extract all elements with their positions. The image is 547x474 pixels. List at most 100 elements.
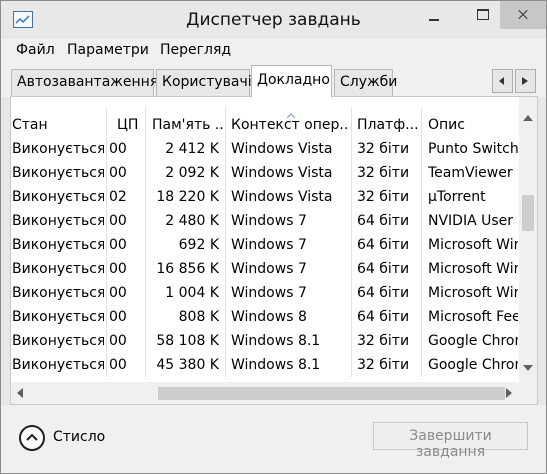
cell-status: Виконується <box>12 333 104 349</box>
column-header-status[interactable]: Стан <box>12 117 104 133</box>
cell-platform: 32 біти <box>357 357 410 373</box>
task-manager-window: Диспетчер завдань Файл Параметри Перегля… <box>0 0 547 474</box>
cell-platform: 64 біти <box>357 261 410 277</box>
cell-os-context: Windows 8.1 <box>231 333 321 349</box>
fewer-details-label[interactable]: Стисло <box>53 429 105 445</box>
horizontal-scrollbar[interactable] <box>11 382 519 404</box>
cell-cpu: 00 <box>109 309 127 325</box>
cell-cpu: 00 <box>109 237 127 253</box>
cell-description: Microsoft Wir <box>428 285 518 301</box>
cell-os-context: Windows 8.1 <box>231 357 321 373</box>
column-header-cpu[interactable]: ЦП <box>117 117 143 133</box>
cell-status: Виконується <box>12 213 104 229</box>
cell-cpu: 02 <box>109 189 127 205</box>
cell-platform: 32 біти <box>357 165 410 181</box>
table-row[interactable]: Виконується 00 2 480 K Windows 7 64 біти NVID… <box>11 211 519 235</box>
table-row[interactable]: Виконується 00 1 004 K Windows 7 64 біти Micr… <box>11 283 519 307</box>
scroll-up-icon[interactable] <box>523 115 533 121</box>
table-row[interactable]: Виконується 00 2 092 K Windows Vista 32 біти… <box>11 163 519 187</box>
maximize-icon[interactable] <box>467 1 497 29</box>
menu-options[interactable]: Параметри <box>67 42 149 58</box>
tab-startup[interactable]: Автозавантаження <box>11 69 158 97</box>
cell-description: µTorrent <box>428 189 486 205</box>
scroll-left-icon[interactable] <box>17 388 23 398</box>
cell-description: Punto Switcher <box>428 141 518 157</box>
cell-platform: 32 біти <box>357 333 410 349</box>
cell-memory: 2 412 K <box>165 141 219 157</box>
cell-status: Виконується <box>12 285 104 301</box>
cell-platform: 32 біти <box>357 189 410 205</box>
footer: Стисло Завершити завдання <box>1 405 546 473</box>
cell-platform: 64 біти <box>357 285 410 301</box>
table-row[interactable]: Виконується 00 2 412 K Windows Vista 32 біти… <box>11 139 519 163</box>
cell-memory: 16 856 K <box>156 261 219 277</box>
menu-bar: Файл Параметри Перегляд <box>1 39 546 63</box>
cell-status: Виконується <box>12 141 104 157</box>
cell-status: Виконується <box>12 357 104 373</box>
cell-cpu: 00 <box>109 141 127 157</box>
cell-description: Google Chror <box>428 357 518 373</box>
tab-details[interactable]: Докладно <box>251 65 332 98</box>
vertical-scroll-thumb[interactable] <box>522 195 534 231</box>
cell-platform: 64 біти <box>357 213 410 229</box>
column-header-description[interactable]: Опис <box>428 117 518 133</box>
cell-memory: 45 380 K <box>156 357 219 373</box>
fewer-details-button[interactable] <box>19 425 45 451</box>
cell-os-context: Windows 7 <box>231 213 307 229</box>
table-row[interactable]: Виконується 00 808 K Windows 8 64 біти Micros… <box>11 307 519 331</box>
cell-memory: 2 092 K <box>165 165 219 181</box>
cell-description: Microsoft Fee <box>428 309 518 325</box>
menu-file[interactable]: Файл <box>16 42 55 58</box>
column-header-memory[interactable]: Пам'ять ... <box>152 117 223 133</box>
scroll-right-icon[interactable] <box>506 388 512 398</box>
details-panel: Стан ЦП Пам'ять ... Контекст опер... Пла… <box>10 96 538 405</box>
cell-description: TeamViewer 9 <box>428 165 518 181</box>
cell-memory: 808 K <box>178 309 219 325</box>
scrollbar-corner <box>519 382 537 404</box>
cell-memory: 2 480 K <box>165 213 219 229</box>
column-header-os-context[interactable]: Контекст опер... <box>231 117 349 133</box>
tab-scroll-right-icon[interactable] <box>515 69 536 93</box>
tab-strip: Автозавантаження Користувачі Докладно Сл… <box>1 63 546 98</box>
window-title: Диспетчер завдань <box>186 10 361 30</box>
tab-scroll-left-icon[interactable] <box>492 69 513 93</box>
cell-description: Microsoft Wir <box>428 237 518 253</box>
table-row[interactable]: Виконується 00 45 380 K Windows 8.1 32 біти G… <box>11 355 519 379</box>
cell-cpu: 00 <box>109 333 127 349</box>
cell-status: Виконується <box>12 165 104 181</box>
cell-cpu: 00 <box>109 213 127 229</box>
cell-status: Виконується <box>12 189 104 205</box>
scroll-down-icon[interactable] <box>523 365 533 371</box>
vertical-scrollbar[interactable] <box>519 97 537 382</box>
cell-cpu: 00 <box>109 357 127 373</box>
table-header: Стан ЦП Пам'ять ... Контекст опер... Пла… <box>11 111 519 137</box>
cell-os-context: Windows 7 <box>231 237 307 253</box>
cell-platform: 32 біти <box>357 141 410 157</box>
title-bar[interactable]: Диспетчер завдань <box>1 1 546 39</box>
horizontal-scroll-thumb[interactable] <box>158 387 505 400</box>
cell-memory: 58 108 K <box>156 333 219 349</box>
cell-description: NVIDIA User E <box>428 213 518 229</box>
cell-cpu: 00 <box>109 261 127 277</box>
cell-status: Виконується <box>12 237 104 253</box>
tab-services[interactable]: Служби <box>334 69 397 97</box>
minimize-icon[interactable] <box>421 1 449 29</box>
cell-status: Виконується <box>12 261 104 277</box>
cell-status: Виконується <box>12 309 104 325</box>
cell-cpu: 00 <box>109 285 127 301</box>
table-row[interactable]: Виконується 00 58 108 K Windows 8.1 32 біти G… <box>11 331 519 355</box>
cell-os-context: Windows Vista <box>231 165 333 181</box>
cell-cpu: 00 <box>109 165 127 181</box>
cell-os-context: Windows Vista <box>231 141 333 157</box>
cell-os-context: Windows 8 <box>231 309 307 325</box>
tab-users[interactable]: Користувачі <box>156 69 252 97</box>
table-row[interactable]: Виконується 00 692 K Windows 7 64 біти Micros… <box>11 235 519 259</box>
end-task-button[interactable]: Завершити завдання <box>373 422 528 460</box>
cell-os-context: Windows Vista <box>231 189 333 205</box>
cell-os-context: Windows 7 <box>231 285 307 301</box>
table-row[interactable]: Виконується 00 16 856 K Windows 7 64 біти Mic… <box>11 259 519 283</box>
close-icon[interactable] <box>500 1 546 29</box>
column-header-platform[interactable]: Платф... <box>357 117 419 133</box>
menu-view[interactable]: Перегляд <box>160 42 231 58</box>
table-row[interactable]: Виконується 02 18 220 K Windows Vista 32 біт… <box>11 187 519 211</box>
